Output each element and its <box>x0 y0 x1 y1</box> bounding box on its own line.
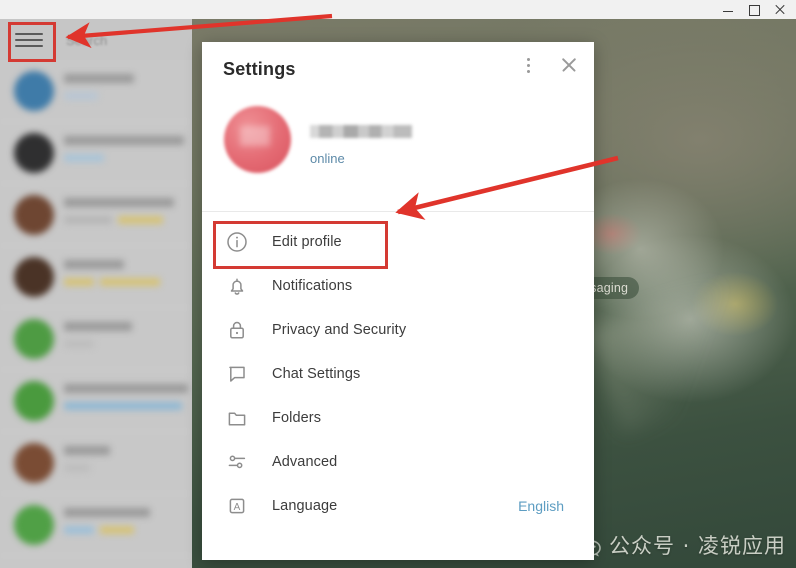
chat-list-sidebar: Search <box>0 19 192 568</box>
avatar <box>14 133 54 173</box>
avatar <box>14 195 54 235</box>
profile-section[interactable]: online <box>202 96 594 211</box>
info-circle-icon <box>224 229 250 255</box>
avatar <box>14 71 54 111</box>
list-item-title <box>64 508 150 517</box>
menu-item-label: Chat Settings <box>272 366 361 382</box>
menu-item-folders[interactable]: Folders <box>202 396 594 440</box>
folder-icon <box>224 405 250 431</box>
menu-item-label: Edit profile <box>272 234 342 250</box>
list-item-subtitle <box>64 526 94 534</box>
avatar[interactable] <box>224 106 291 173</box>
page-title: Settings <box>223 59 296 79</box>
list-item[interactable] <box>0 184 192 246</box>
list-item-title <box>64 74 134 83</box>
list-item-subtitle <box>64 464 90 472</box>
dialog-header-actions <box>520 56 578 74</box>
hamburger-icon[interactable] <box>14 31 44 49</box>
settings-menu: Edit profile Notifications Privacy and Sec… <box>202 212 594 528</box>
list-item-title <box>64 136 184 145</box>
menu-item-label: Folders <box>272 410 322 426</box>
list-item-title <box>64 260 124 269</box>
list-item[interactable] <box>0 122 192 184</box>
list-item-badge <box>100 526 134 534</box>
window-close-button[interactable] <box>774 4 786 16</box>
menu-item-advanced[interactable]: Advanced <box>202 440 594 484</box>
language-a-icon: A <box>224 493 250 519</box>
list-item-subtitle <box>64 278 94 286</box>
svg-text:A: A <box>234 502 241 513</box>
menu-item-value[interactable]: English <box>518 498 564 514</box>
list-item-title <box>64 446 110 455</box>
avatar <box>14 443 54 483</box>
avatar <box>14 505 54 545</box>
menu-item-privacy-and-security[interactable]: Privacy and Security <box>202 308 594 352</box>
sliders-icon <box>224 449 250 475</box>
chat-list[interactable] <box>0 60 192 568</box>
bell-icon <box>224 273 250 299</box>
list-item-title <box>64 384 188 393</box>
menu-item-language[interactable]: A Language English <box>202 484 594 528</box>
kebab-menu-icon[interactable] <box>520 56 536 74</box>
list-item-title <box>64 322 132 331</box>
settings-dialog: Settings online Edit profile Notification… <box>202 42 594 560</box>
list-item-subtitle <box>64 216 112 224</box>
watermark: 公众号 · 凌锐应用 <box>571 530 786 560</box>
status-badge: online <box>310 151 345 166</box>
search-input[interactable]: Search <box>66 33 107 48</box>
list-item-subtitle <box>64 154 104 162</box>
menu-item-notifications[interactable]: Notifications <box>202 264 594 308</box>
menu-item-label: Advanced <box>272 454 338 470</box>
dialog-header: Settings <box>202 42 594 96</box>
chat-bubble-icon <box>224 361 250 387</box>
list-item[interactable] <box>0 60 192 122</box>
list-item-badge <box>118 216 163 224</box>
list-item-title <box>64 198 174 207</box>
menu-item-label: Language <box>272 498 338 514</box>
avatar <box>14 381 54 421</box>
menu-item-label: Privacy and Security <box>272 322 407 338</box>
list-item-badge <box>100 278 160 286</box>
minimize-button[interactable] <box>722 4 734 16</box>
watermark-text: 公众号 · 凌锐应用 <box>608 534 786 558</box>
sidebar-toolbar: Search <box>0 19 192 60</box>
list-item[interactable] <box>0 494 192 556</box>
close-icon[interactable] <box>560 56 578 74</box>
list-item[interactable] <box>0 370 192 432</box>
menu-item-edit-profile[interactable]: Edit profile <box>202 220 594 264</box>
avatar <box>14 257 54 297</box>
app-root: …ssaging 公众号 · 凌锐应用 Search Settings onli… <box>0 0 796 568</box>
list-item[interactable] <box>0 308 192 370</box>
list-item[interactable] <box>0 432 192 494</box>
list-item-subtitle <box>64 340 94 348</box>
window-controls <box>722 0 792 19</box>
list-item[interactable] <box>0 246 192 308</box>
username-redacted <box>310 125 412 138</box>
maximize-button[interactable] <box>748 4 760 16</box>
menu-item-chat-settings[interactable]: Chat Settings <box>202 352 594 396</box>
window-titlebar <box>0 0 796 19</box>
menu-item-label: Notifications <box>272 278 353 294</box>
list-item-subtitle <box>64 402 182 410</box>
lock-icon <box>224 317 250 343</box>
avatar <box>14 319 54 359</box>
list-item-subtitle <box>64 92 98 100</box>
